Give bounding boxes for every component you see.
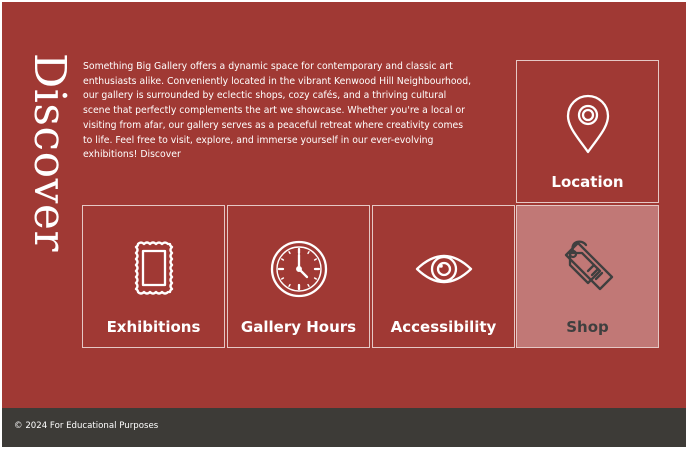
discover-heading: Discover (24, 53, 75, 252)
tile-gallery-hours[interactable]: Gallery Hours (227, 205, 370, 348)
map-pin-icon (556, 92, 620, 156)
discover-page: Discover Something Big Gallery offers a … (0, 0, 688, 449)
tile-accessibility-label: Accessibility (390, 318, 497, 336)
picture-frame-icon (122, 237, 186, 301)
tile-shop-label: Shop (566, 318, 609, 336)
price-tag-icon (556, 237, 620, 301)
tile-location-label: Location (551, 173, 624, 191)
tile-shop[interactable]: Shop (516, 205, 659, 348)
footer: © 2024 For Educational Purposes (0, 408, 688, 449)
top-edge-divider (0, 0, 688, 2)
tile-exhibitions[interactable]: Exhibitions (82, 205, 225, 348)
tile-exhibitions-label: Exhibitions (106, 318, 201, 336)
tile-accessibility[interactable]: Accessibility (372, 205, 515, 348)
footer-copyright: © 2024 For Educational Purposes (14, 421, 159, 431)
left-edge-divider (0, 0, 2, 449)
intro-paragraph: Something Big Gallery offers a dynamic s… (83, 61, 472, 161)
eye-icon (412, 237, 476, 301)
tile-location[interactable]: Location (516, 60, 659, 203)
discover-heading-text: Discover (23, 52, 75, 252)
tile-gallery-hours-label: Gallery Hours (240, 318, 357, 336)
clock-icon (267, 237, 331, 301)
